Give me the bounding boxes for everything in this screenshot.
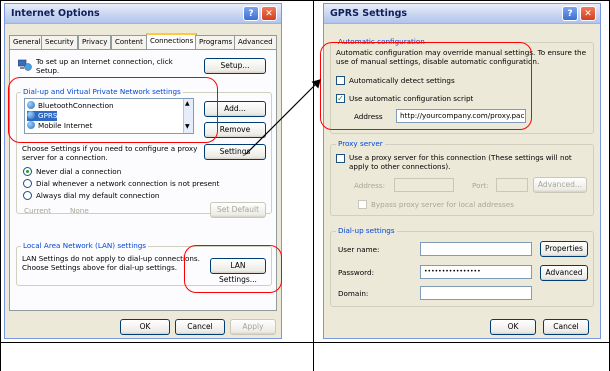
network-setup-icon bbox=[17, 59, 32, 71]
lan-settings-group-label: Local Area Network (LAN) settings bbox=[21, 241, 149, 250]
use-proxy-label-line2: apply to other connections). bbox=[349, 162, 451, 171]
tab-connections[interactable]: Connections bbox=[146, 33, 198, 50]
table-border-left bbox=[0, 0, 1, 371]
ok-button[interactable]: OK bbox=[120, 319, 170, 335]
table-row-divider bbox=[0, 342, 610, 343]
password-field[interactable]: •••••••••••••••• bbox=[420, 265, 532, 279]
use-proxy-checkbox[interactable] bbox=[336, 154, 345, 163]
lan-text-line1: LAN Settings do not apply to dial-up con… bbox=[22, 254, 200, 263]
setup-text-line2: Setup. bbox=[36, 66, 60, 75]
password-label: Password: bbox=[338, 268, 374, 277]
tab-general[interactable]: General bbox=[9, 35, 45, 49]
help-icon[interactable]: ? bbox=[562, 6, 578, 21]
close-icon[interactable]: ✕ bbox=[580, 6, 596, 21]
advanced-button[interactable]: Advanced bbox=[540, 265, 588, 281]
help-icon[interactable]: ? bbox=[243, 6, 259, 21]
port-label: Port: bbox=[472, 181, 489, 190]
properties-button[interactable]: Properties bbox=[540, 241, 588, 257]
apply-button[interactable]: Apply bbox=[230, 319, 276, 335]
window-title: GPRS Settings bbox=[330, 8, 408, 19]
window-title: Internet Options bbox=[11, 8, 100, 19]
table-border-top bbox=[0, 0, 610, 1]
set-default-button[interactable]: Set Default bbox=[210, 202, 266, 218]
tab-programs[interactable]: Programs bbox=[195, 35, 237, 49]
bypass-local-checkbox[interactable] bbox=[358, 200, 367, 209]
bypass-local-label: Bypass proxy server for local addresses bbox=[371, 200, 514, 209]
close-icon[interactable]: ✕ bbox=[261, 6, 277, 21]
arrow-connector bbox=[245, 79, 321, 155]
cancel-button[interactable]: Cancel bbox=[175, 319, 225, 335]
current-value: None bbox=[70, 206, 89, 215]
user-name-label: User name: bbox=[338, 245, 380, 254]
table-border-middle bbox=[313, 0, 314, 371]
proxy-advanced-button[interactable]: Advanced... bbox=[533, 177, 587, 193]
use-proxy-label-line1: Use a proxy server for this connection (… bbox=[349, 153, 572, 162]
ok-button[interactable]: OK bbox=[490, 319, 536, 335]
titlebar: Internet Options ? ✕ bbox=[5, 4, 281, 24]
proxy-text-line2: server for a connection. bbox=[22, 153, 108, 162]
titlebar: GPRS Settings ? ✕ bbox=[324, 4, 600, 24]
domain-field[interactable] bbox=[420, 286, 532, 300]
tab-security[interactable]: Security bbox=[41, 35, 78, 49]
cancel-button[interactable]: Cancel bbox=[543, 319, 589, 335]
setup-text-line1: To set up an Internet connection, click bbox=[36, 57, 173, 66]
radio-never-dial[interactable] bbox=[23, 167, 32, 176]
radio-always-dial[interactable] bbox=[23, 191, 32, 200]
tab-privacy[interactable]: Privacy bbox=[78, 35, 112, 49]
domain-label: Domain: bbox=[338, 289, 369, 298]
user-name-field[interactable] bbox=[420, 242, 532, 256]
radio-dial-whenever[interactable] bbox=[23, 179, 32, 188]
proxy-server-group-label: Proxy server bbox=[336, 139, 385, 148]
highlight-dialup-list bbox=[8, 77, 218, 143]
dialup-settings-group-label: Dial-up settings bbox=[336, 226, 397, 235]
lan-text-line2: Choose Settings above for dial-up settin… bbox=[22, 263, 177, 272]
tab-advanced[interactable]: Advanced bbox=[234, 35, 277, 49]
radio-dial-whenever-label: Dial whenever a network connection is no… bbox=[36, 179, 220, 188]
highlight-auto-config bbox=[320, 42, 532, 130]
highlight-lan-settings bbox=[184, 245, 282, 293]
proxy-address-field[interactable] bbox=[394, 178, 454, 192]
tab-content[interactable]: Content bbox=[111, 35, 147, 49]
proxy-address-label: Address: bbox=[354, 181, 386, 190]
radio-never-dial-label: Never dial a connection bbox=[36, 167, 122, 176]
radio-always-dial-label: Always dial my default connection bbox=[36, 191, 160, 200]
port-field[interactable] bbox=[496, 178, 528, 192]
current-label: Current bbox=[24, 206, 51, 215]
proxy-text-line1: Choose Settings if you need to configure… bbox=[22, 144, 198, 153]
